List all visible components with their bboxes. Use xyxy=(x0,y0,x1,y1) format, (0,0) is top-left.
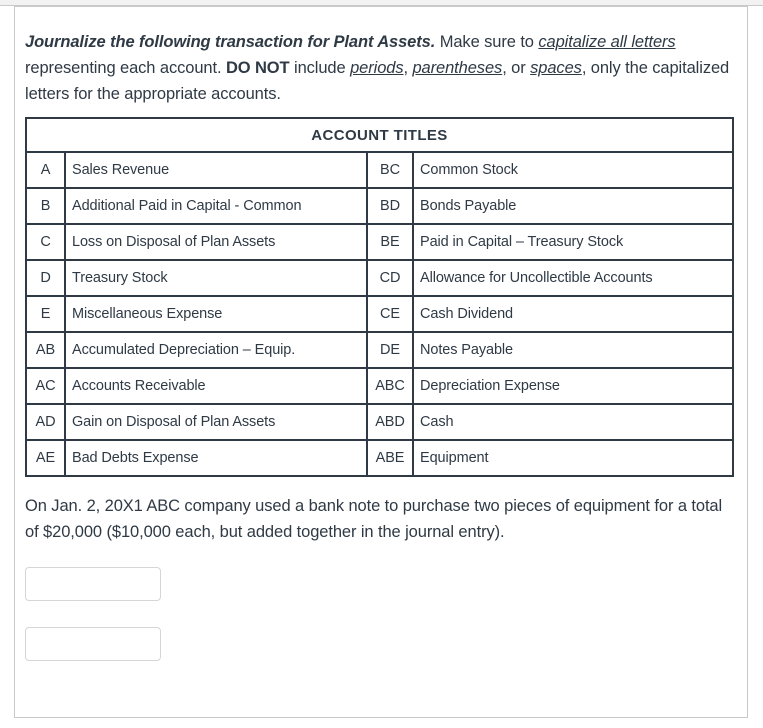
instructions-do-not: DO NOT xyxy=(225,59,290,77)
question-panel: Journalize the following transaction for… xyxy=(14,6,748,718)
account-name-left: Accounts Receivable xyxy=(64,367,368,405)
table-row: B Additional Paid in Capital - Common BD Bo… xyxy=(25,187,734,225)
account-titles-table-head: ACCOUNT TITLES xyxy=(25,117,734,153)
account-name-left: Additional Paid in Capital - Common xyxy=(64,187,368,225)
account-titles-header: ACCOUNT TITLES xyxy=(25,117,734,153)
table-row: AB Accumulated Depreciation – Equip. DE Not… xyxy=(25,331,734,369)
account-code-right: ABC xyxy=(366,367,414,405)
account-name-right: Cash Dividend xyxy=(412,295,734,333)
account-titles-table-body: A Sales Revenue BC Common Stock B Additional … xyxy=(25,151,734,477)
table-row: C Loss on Disposal of Plan Assets BE Paid i… xyxy=(25,223,734,261)
table-row: D Treasury Stock CD Allowance for Uncollect… xyxy=(25,259,734,297)
table-header-row: ACCOUNT TITLES xyxy=(25,117,734,153)
account-name-left: Treasury Stock xyxy=(64,259,368,297)
account-name-right: Common Stock xyxy=(412,151,734,189)
account-code-right: BE xyxy=(366,223,414,261)
account-code-left: C xyxy=(25,223,66,261)
account-name-right: Depreciation Expense xyxy=(412,367,734,405)
account-name-right: Allowance for Uncollectible Accounts xyxy=(412,259,734,297)
account-code-right: ABD xyxy=(366,403,414,441)
table-row: E Miscellaneous Expense CE Cash Dividend xyxy=(25,295,734,333)
account-name-left: Bad Debts Expense xyxy=(64,439,368,477)
account-code-left: AC xyxy=(25,367,66,405)
instructions-paragraph: Journalize the following transaction for… xyxy=(25,29,737,107)
account-name-right: Paid in Capital – Treasury Stock xyxy=(412,223,734,261)
account-name-left: Miscellaneous Expense xyxy=(64,295,368,333)
account-titles-table: ACCOUNT TITLES A Sales Revenue BC Common St… xyxy=(25,117,734,477)
account-code-right: BD xyxy=(366,187,414,225)
table-row: AD Gain on Disposal of Plan Assets ABD Cash xyxy=(25,403,734,441)
instructions-seg-make-sure: Make sure to xyxy=(435,33,539,51)
account-name-left: Loss on Disposal of Plan Assets xyxy=(64,223,368,261)
account-code-left: AE xyxy=(25,439,66,477)
account-code-right: ABE xyxy=(366,439,414,477)
account-name-left: Sales Revenue xyxy=(64,151,368,189)
instructions-seg-or: , or xyxy=(502,59,531,77)
account-name-right: Bonds Payable xyxy=(412,187,734,225)
account-code-right: BC xyxy=(366,151,414,189)
account-name-left: Gain on Disposal of Plan Assets xyxy=(64,403,368,441)
question-content: Journalize the following transaction for… xyxy=(25,29,737,661)
account-code-left: AB xyxy=(25,331,66,369)
account-code-left: AD xyxy=(25,403,66,441)
answer-field-2[interactable] xyxy=(25,627,161,661)
instructions-underline-parentheses: parentheses xyxy=(412,59,503,77)
account-name-right: Notes Payable xyxy=(412,331,734,369)
instructions-seg-include: include xyxy=(289,59,351,77)
account-code-right: CD xyxy=(366,259,414,297)
instructions-underline-periods: periods xyxy=(350,59,404,77)
instructions-underline-capitalize: capitalize all letters xyxy=(538,33,676,51)
instructions-lead: Journalize the following transaction for… xyxy=(25,33,436,51)
account-name-right: Equipment xyxy=(412,439,734,477)
account-code-left: E xyxy=(25,295,66,333)
instructions-underline-spaces: spaces xyxy=(530,59,582,77)
account-name-right: Cash xyxy=(412,403,734,441)
account-code-left: A xyxy=(25,151,66,189)
account-code-right: DE xyxy=(366,331,414,369)
transaction-paragraph: On Jan. 2, 20X1 ABC company used a bank … xyxy=(25,497,723,541)
table-row: AC Accounts Receivable ABC Depreciation Exp… xyxy=(25,367,734,405)
account-name-left: Accumulated Depreciation – Equip. xyxy=(64,331,368,369)
answer-field-1[interactable] xyxy=(25,567,161,601)
table-row: A Sales Revenue BC Common Stock xyxy=(25,151,734,189)
account-code-right: CE xyxy=(366,295,414,333)
table-row: AE Bad Debts Expense ABE Equipment xyxy=(25,439,734,477)
instructions-seg-representing: representing each account. xyxy=(25,59,226,77)
account-code-left: B xyxy=(25,187,66,225)
account-code-left: D xyxy=(25,259,66,297)
